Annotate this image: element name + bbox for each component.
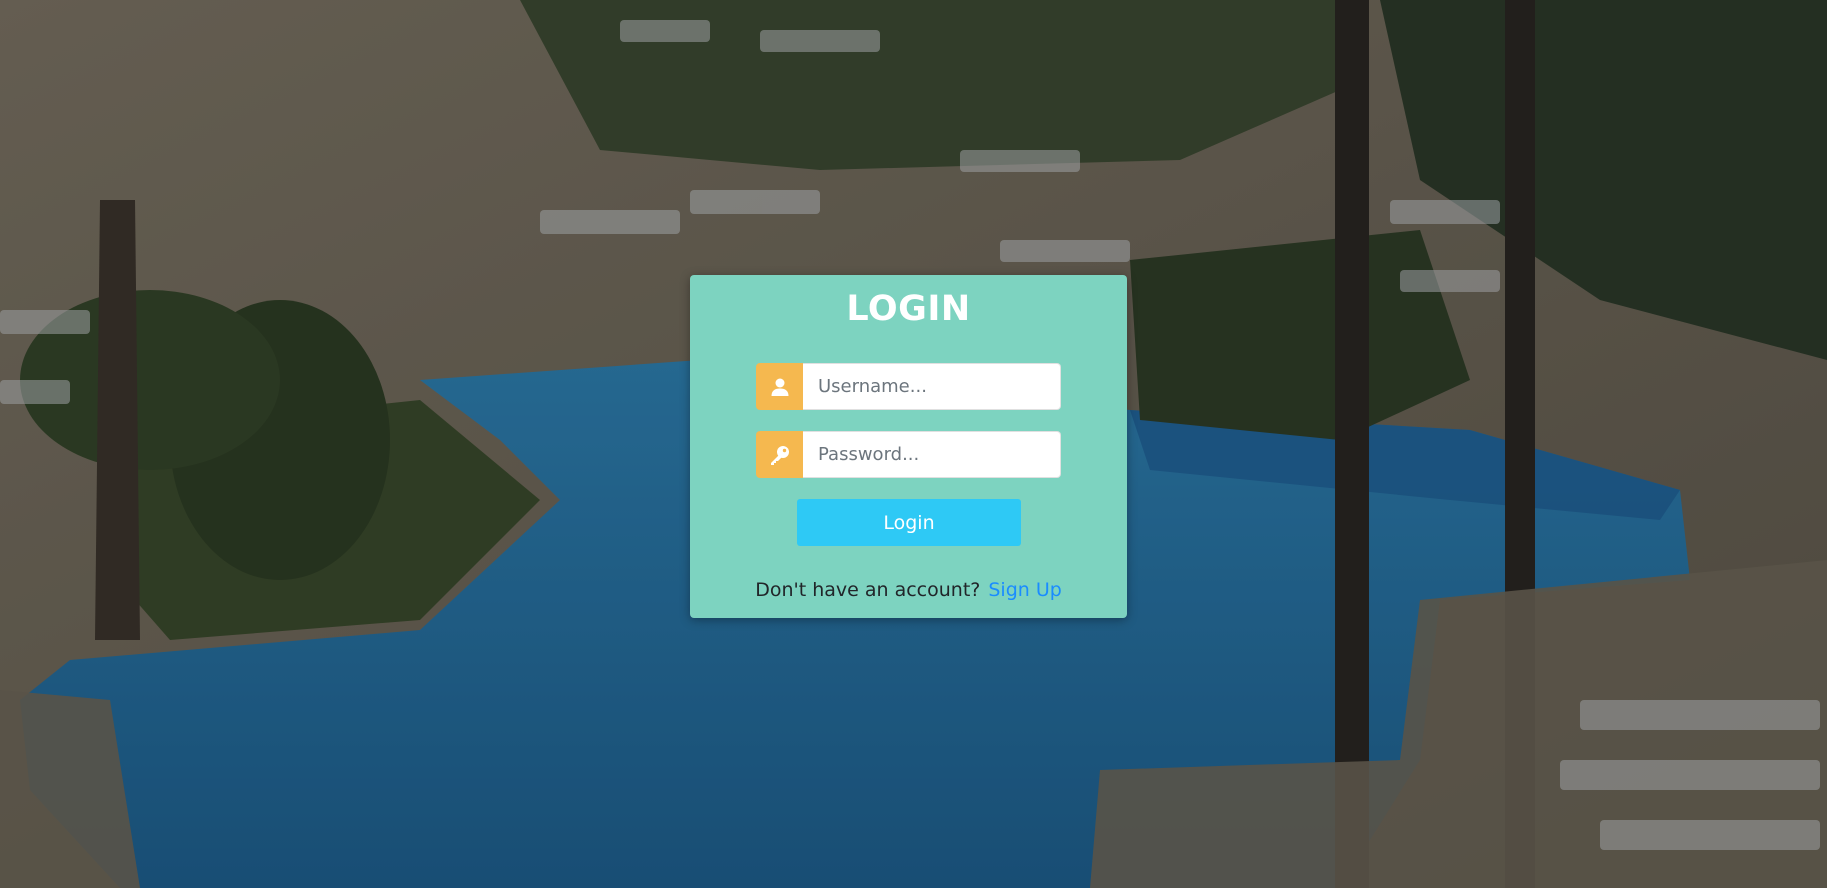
user-icon: [756, 363, 803, 410]
username-input[interactable]: [803, 363, 1061, 410]
username-field-group: [756, 363, 1061, 410]
login-title: LOGIN: [846, 289, 971, 329]
signup-prompt: Don't have an account?: [755, 579, 981, 601]
signup-row: Don't have an account? Sign Up: [690, 579, 1127, 601]
signup-link[interactable]: Sign Up: [988, 579, 1061, 601]
password-input[interactable]: [803, 431, 1061, 478]
login-card: LOGIN Login Don't have an account? Sign U…: [690, 275, 1127, 618]
login-button[interactable]: Login: [797, 499, 1021, 546]
key-icon: [756, 431, 803, 478]
password-field-group: [756, 431, 1061, 478]
